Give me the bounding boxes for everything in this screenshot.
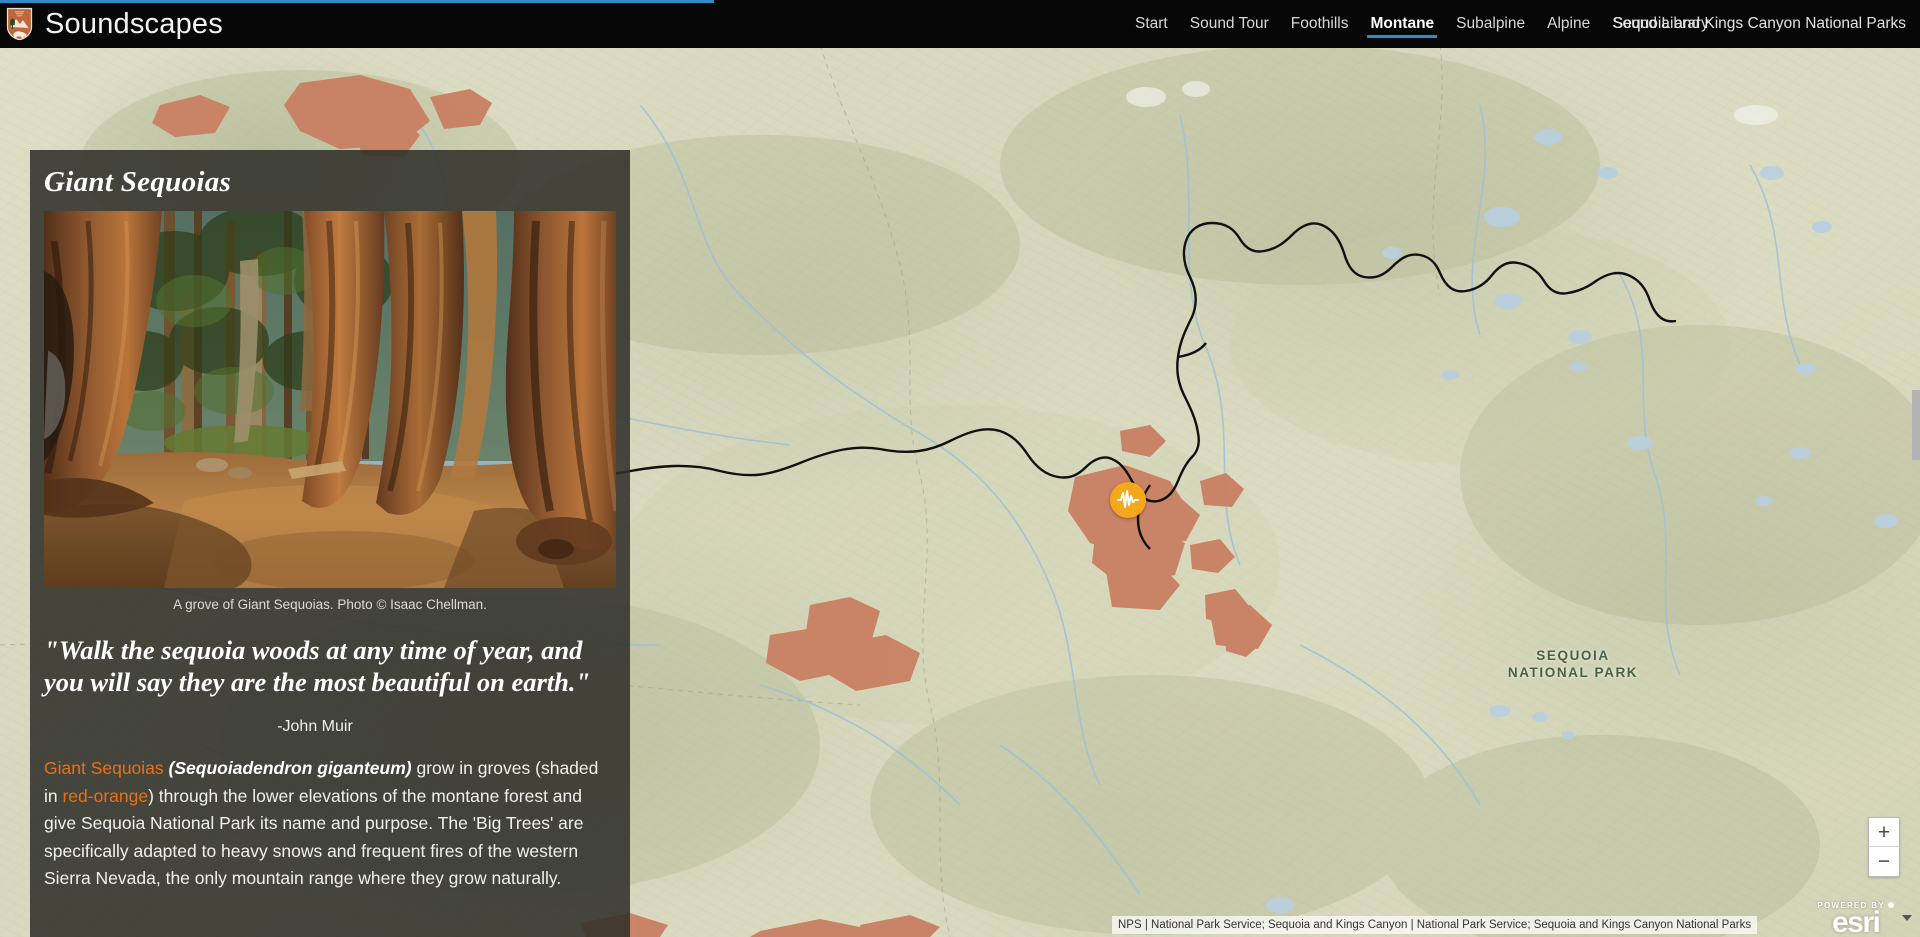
soundscapes-app: SEQUOIA NATIONAL PARK + − NPS | National…: [0, 0, 1920, 937]
nps-arrowhead-icon: [6, 7, 33, 41]
nav-item-subalpine[interactable]: Subalpine: [1445, 0, 1536, 48]
nav-item-start[interactable]: Start: [1124, 0, 1179, 48]
panel-title: Giant Sequoias: [44, 166, 232, 198]
map-scrollbar-thumb[interactable]: [1912, 390, 1920, 460]
map-zoom-control[interactable]: + −: [1868, 817, 1900, 877]
photo-caption: A grove of Giant Sequoias. Photo © Isaac…: [173, 597, 487, 612]
top-bar: Soundscapes Start Sound Tour Foothills M…: [0, 0, 1920, 48]
quote-attribution: -John Muir: [277, 718, 353, 735]
panel-body-text: Giant Sequoias (Sequoiadendron giganteum…: [30, 736, 630, 893]
brand[interactable]: Soundscapes: [0, 0, 223, 48]
body-highlight-term: red-orange: [62, 785, 149, 806]
panel-scrollbar[interactable]: [625, 150, 630, 937]
body-lead-term: Giant Sequoias: [44, 758, 164, 778]
nav-item-sound-tour[interactable]: Sound Tour: [1179, 0, 1280, 48]
nav-item-foothills[interactable]: Foothills: [1280, 0, 1360, 48]
panel-photo: [44, 211, 616, 588]
nav-item-montane[interactable]: Montane: [1359, 0, 1445, 48]
sound-waveform-icon: [1117, 490, 1139, 508]
page-load-progress: [0, 0, 714, 3]
quote-text: "Walk the sequoia woods at any time of y…: [44, 635, 591, 697]
attribution-expand-icon[interactable]: [1902, 915, 1912, 921]
map-attribution: NPS | National Park Service; Sequoia and…: [1112, 916, 1758, 934]
sound-marker[interactable]: [1110, 482, 1146, 518]
nav-item-alpine[interactable]: Alpine: [1536, 0, 1601, 48]
sequoia-grove-photo: [44, 211, 616, 588]
zoom-in-button[interactable]: +: [1869, 818, 1899, 847]
park-name-label: Sequoia and Kings Canyon National Parks: [1613, 15, 1906, 32]
zoom-out-button[interactable]: −: [1869, 847, 1899, 876]
info-panel[interactable]: Giant Sequoias A grove of Giant Sequoias…: [30, 150, 630, 937]
body-scientific-name: (Sequoiadendron giganteum): [168, 758, 412, 778]
app-title: Soundscapes: [45, 7, 223, 40]
